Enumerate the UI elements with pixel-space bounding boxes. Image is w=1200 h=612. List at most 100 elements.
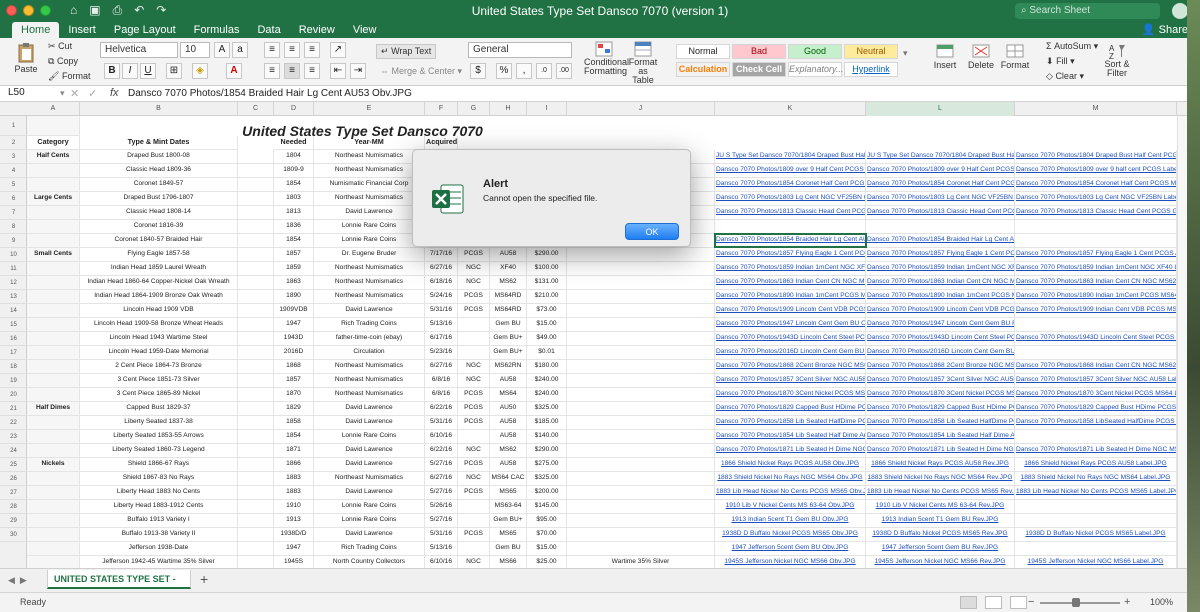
cell[interactable]	[238, 374, 274, 388]
copy-button[interactable]: ⧉ Copy	[48, 56, 78, 67]
cell-j[interactable]	[567, 542, 715, 556]
cell-j[interactable]	[567, 416, 715, 430]
photo-link-cell[interactable]: Dansco 7070 Photos/1809 over 9 half cent…	[1015, 164, 1177, 178]
cell-f[interactable]: 5/31/16	[425, 416, 458, 430]
row-header[interactable]: 20	[0, 388, 27, 402]
cell-i[interactable]: $290.00	[527, 444, 567, 458]
cell[interactable]	[238, 542, 274, 556]
photo-link-cell[interactable]: Dansco 7070 Photos/1829 Capped Bust HDim…	[866, 402, 1015, 416]
cell-a[interactable]: Large Cents	[27, 192, 80, 206]
cell-d[interactable]: 1809-9	[274, 164, 314, 178]
cell-h[interactable]: AU58	[490, 248, 527, 262]
cell-i[interactable]: $100.00	[527, 262, 567, 276]
cell-i[interactable]: $185.00	[527, 416, 567, 430]
column-header-b[interactable]: B	[80, 102, 238, 116]
cell-i[interactable]: $290.00	[527, 248, 567, 262]
cell[interactable]	[238, 150, 274, 164]
photo-link-cell[interactable]: Dansco 7070 Photos/1943D Lincoln Cent St…	[715, 332, 866, 346]
cell-d[interactable]: 1854	[274, 178, 314, 192]
cell[interactable]	[238, 192, 274, 206]
cell-b[interactable]: Coronet 1816-39	[80, 220, 238, 234]
cell-j[interactable]	[567, 514, 715, 528]
photo-link-cell[interactable]: 1945S Jefferson Nickel NGC MS66 Rev.JPG	[866, 556, 1015, 568]
cell[interactable]	[238, 262, 274, 276]
photo-link-cell[interactable]: Dansco 7070 Photos/1871 Lib Seated H Dim…	[866, 444, 1015, 458]
cell-d[interactable]: 1863	[274, 276, 314, 290]
column-header-a[interactable]: A	[27, 102, 80, 116]
cell-h[interactable]: MS66	[490, 556, 527, 568]
row-header[interactable]: 1	[0, 116, 27, 136]
align-bottom-icon[interactable]: ≡	[304, 42, 320, 58]
row-header[interactable]: 3	[0, 150, 27, 164]
cell-i[interactable]: $0.01	[527, 346, 567, 360]
currency-icon[interactable]: $	[470, 63, 486, 79]
font-color-icon[interactable]: A	[226, 63, 242, 79]
increase-indent-icon[interactable]: ⇥	[350, 63, 366, 79]
align-left-icon[interactable]: ≡	[264, 63, 280, 79]
cell-d[interactable]: 1803	[274, 192, 314, 206]
photo-link-cell[interactable]	[1015, 542, 1177, 556]
number-format-select[interactable]: General	[468, 42, 572, 58]
cell-b[interactable]: Jefferson 1942-45 Wartime 35% Silver	[80, 556, 238, 568]
align-top-icon[interactable]: ≡	[264, 42, 280, 58]
cell-j[interactable]	[567, 276, 715, 290]
cell[interactable]	[238, 178, 274, 192]
cell-i[interactable]: $25.00	[527, 556, 567, 568]
cell-h[interactable]: MS63-64	[490, 500, 527, 514]
column-header-h[interactable]: H	[490, 102, 527, 116]
cell-h[interactable]: MS62RN	[490, 360, 527, 374]
cell-f[interactable]: 6/22/16	[425, 402, 458, 416]
photo-link-cell[interactable]: 1910 Lib V Nickel Cents MS 63-64 Rev.JPG	[866, 500, 1015, 514]
photo-link-cell[interactable]: Dansco 7070 Photos/1857 Flying Eagle 1 C…	[866, 248, 1015, 262]
cell-g[interactable]: PCGS	[458, 304, 490, 318]
cell-i[interactable]: $240.00	[527, 374, 567, 388]
cell-a[interactable]	[27, 444, 80, 458]
cell-h[interactable]: AU58	[490, 430, 527, 444]
cell[interactable]	[238, 528, 274, 542]
font-size-select[interactable]: 10	[180, 42, 210, 58]
cell-g[interactable]: PCGS	[458, 528, 490, 542]
cell-h[interactable]: MS62	[490, 444, 527, 458]
merge-center-button[interactable]: ⇔ Merge & Center ▾	[380, 66, 462, 77]
photo-link-cell[interactable]: Dansco 7070 Photos/1813 Classic Head Cen…	[1015, 206, 1177, 220]
cell-b[interactable]: Lincoln Head 1943 Wartime Steel	[80, 332, 238, 346]
search-sheet-input[interactable]: ⌕ Search Sheet	[1015, 3, 1160, 19]
cell-a[interactable]: Nickels	[27, 458, 80, 472]
tab-view[interactable]: View	[344, 22, 386, 38]
tab-formulas[interactable]: Formulas	[185, 22, 249, 38]
cell-f[interactable]: 5/31/16	[425, 528, 458, 542]
photo-link-cell[interactable]: Dansco 7070 Photos/1854 Braided Hair Lg …	[715, 234, 866, 248]
cell-a[interactable]	[27, 360, 80, 374]
cell[interactable]	[238, 360, 274, 374]
cell-d[interactable]: 1910	[274, 500, 314, 514]
cell-a[interactable]	[27, 164, 80, 178]
conditional-formatting-button[interactable]: Conditional Formatting	[584, 40, 629, 76]
photo-link-cell[interactable]: Dansco 7070 Photos/1803 Lg Cent NGC VF25…	[715, 192, 866, 206]
photo-link-cell[interactable]: Dansco 7070 Photos/1857 Flying Eagle 1 C…	[1015, 248, 1177, 262]
cell-j[interactable]	[567, 290, 715, 304]
photo-link-cell[interactable]: 1913 Indian 5cent T1 Gem BU Obv.JPG	[715, 514, 866, 528]
photo-link-cell[interactable]: Dansco 7070 Photos/1863 Indian Cent CN N…	[1015, 276, 1177, 290]
photo-link-cell[interactable]: Dansco 7070 Photos/1829 Capped Bust HDim…	[715, 402, 866, 416]
cell-d[interactable]: 1829	[274, 402, 314, 416]
cell-i[interactable]: $140.00	[527, 430, 567, 444]
cell-e[interactable]: David Lawrence	[314, 528, 425, 542]
cell-a[interactable]	[27, 262, 80, 276]
column-header-m[interactable]: M	[1015, 102, 1177, 116]
cell-f[interactable]: 5/31/16	[425, 304, 458, 318]
row-header[interactable]: 9	[0, 234, 27, 248]
cell[interactable]	[238, 290, 274, 304]
photo-link-cell[interactable]: Dansco 7070 Photos/1857 Flying Eagle 1 C…	[715, 248, 866, 262]
sheet-tab-active[interactable]: UNITED STATES TYPE SET - Unite	[47, 570, 191, 603]
clear-button[interactable]: ◇ Clear ▾	[1046, 71, 1084, 82]
cell-b[interactable]: Lincoln Head 1909 VDB	[80, 304, 238, 318]
cell-i[interactable]: $131.00	[527, 276, 567, 290]
photo-link-cell[interactable]: 1910 Lib V Nickel Cents MS 63-64 Obv.JPG	[715, 500, 866, 514]
cell-b[interactable]: Buffalo 1913-38 Variety II	[80, 528, 238, 542]
cell-a[interactable]	[27, 374, 80, 388]
photo-link-cell[interactable]: Dansco 7070 Photos/1870 3Cent Nickel PCG…	[1015, 388, 1177, 402]
cell-g[interactable]	[458, 318, 490, 332]
photo-link-cell[interactable]: Dansco 7070 Photos/1863 Indian Cent CN N…	[715, 276, 866, 290]
cell-j[interactable]	[567, 248, 715, 262]
style-bad[interactable]: Bad	[732, 44, 786, 59]
